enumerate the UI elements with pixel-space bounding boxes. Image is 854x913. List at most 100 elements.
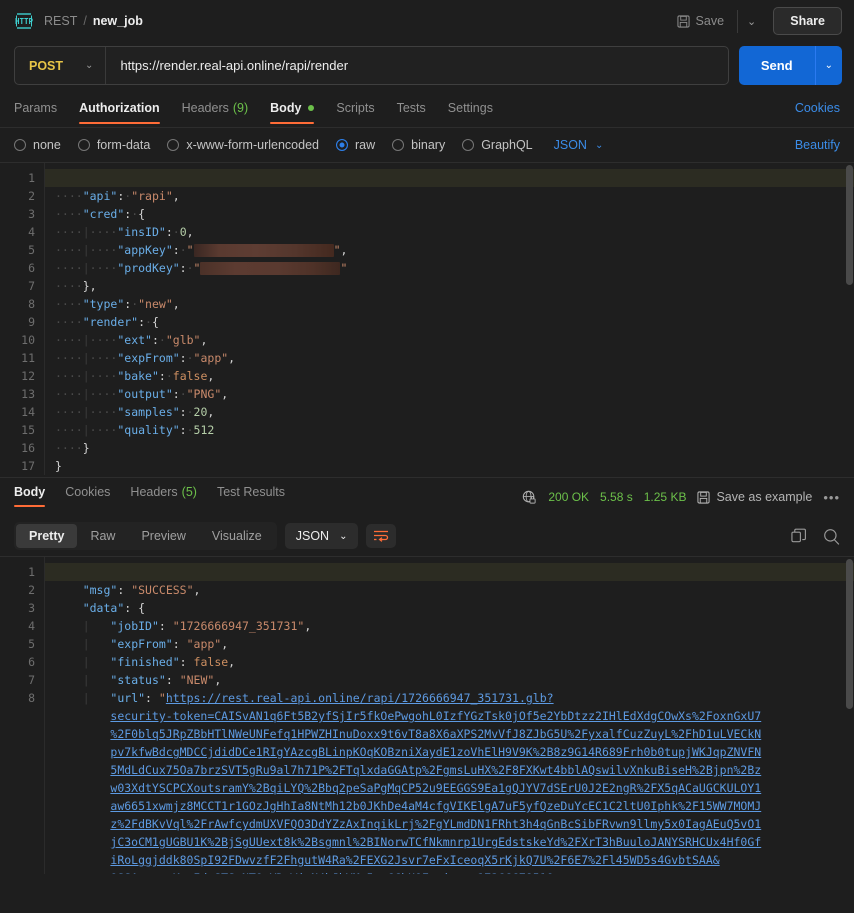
svg-text:HTTP: HTTP (15, 17, 34, 26)
response-url-part[interactable]: jC3oCM1gUGBU1K%2BjSgUUext8k%2Bsgmnl%2BIN… (110, 835, 761, 849)
response-url-part[interactable]: pv7kfwBdcgMDCCjdidDCe1RIgYAzcgBLinpKOqKO… (110, 745, 761, 759)
response-time: 5.58 s (600, 490, 633, 504)
send-button[interactable]: Send (739, 46, 815, 85)
breadcrumb-parent[interactable]: REST (44, 14, 77, 28)
url-input[interactable]: https://render.real-api.online/rapi/rend… (106, 58, 348, 73)
line-number: 15 (0, 421, 35, 439)
response-url-part[interactable]: iRoLggjddk80SpI92FDwvzfF2FhgutW4Ra%2FEXG… (110, 853, 719, 867)
response-body-viewer[interactable]: 12345678 { "msg": "SUCCESS", "data": { |… (0, 556, 854, 874)
save-button[interactable]: Save (668, 9, 734, 33)
view-raw[interactable]: Raw (77, 524, 128, 548)
line-number: 10 (0, 331, 35, 349)
cookies-link[interactable]: Cookies (795, 101, 840, 124)
response-header: Body Cookies Headers (5) Test Results 20… (0, 478, 854, 516)
body-type-form-data[interactable]: form-data (78, 138, 151, 152)
body-type-binary[interactable]: binary (392, 138, 445, 152)
share-button[interactable]: Share (773, 7, 842, 35)
response-url-part[interactable]: security-token=CAISvAN1q6Ft5B2yfSjIr5fkO… (110, 709, 761, 723)
tab-body-label: Body (270, 101, 301, 115)
request-editor-scrollbar[interactable] (846, 165, 853, 285)
search-icon[interactable] (823, 528, 840, 545)
response-url-part[interactable]: %2F0blq5JRpZBbHTlNWeUNFefq1HPWZHInuDoxx9… (110, 727, 761, 741)
send-options-caret[interactable]: ⌄ (815, 46, 842, 85)
code-line: ····|····"insID":·0, (55, 223, 854, 241)
response-url-part[interactable]: aw6651xwmjz8MCCT1r1GOzJgHhIa8NtMh12b0JKh… (110, 799, 761, 813)
tab-headers[interactable]: Headers (9) (182, 101, 249, 124)
save-as-example-button[interactable]: Save as example (697, 490, 812, 504)
response-editor-code[interactable]: { "msg": "SUCCESS", "data": { | "jobID":… (44, 557, 854, 874)
view-visualize[interactable]: Visualize (199, 524, 275, 548)
redacted-app-key (194, 244, 334, 257)
code-line: ····"api":·"rapi", (55, 187, 854, 205)
method-selector[interactable]: POST ⌄ (15, 47, 106, 84)
line-number-continuation (0, 725, 35, 743)
body-type-graphql[interactable]: GraphQL (462, 138, 532, 152)
request-tabs: Params Authorization Headers (9) Body Sc… (0, 97, 854, 127)
line-number: 8 (0, 295, 35, 313)
response-tab-body[interactable]: Body (14, 485, 45, 509)
response-tab-headers-count: (5) (182, 485, 197, 499)
redacted-prod-key (200, 262, 340, 275)
view-pretty[interactable]: Pretty (16, 524, 77, 548)
body-type-row: none form-data x-www-form-urlencoded raw… (0, 128, 854, 162)
line-number: 11 (0, 349, 35, 367)
save-options-caret[interactable]: ⌄ (737, 10, 765, 33)
response-more-button[interactable]: ••• (823, 490, 840, 505)
line-number: 14 (0, 403, 35, 421)
tab-tests[interactable]: Tests (397, 101, 426, 124)
tab-params-label: Params (14, 101, 57, 115)
code-line: ····|····"samples":·20, (55, 403, 854, 421)
body-type-raw-label: raw (355, 138, 375, 152)
word-wrap-button[interactable] (366, 524, 396, 548)
tab-body[interactable]: Body (270, 101, 314, 124)
response-tab-headers-label: Headers (130, 485, 177, 499)
response-url-part[interactable]: w03XdtYSCPCXoutsramY%2BqiLYQ%2Bbq2peSaPg… (110, 781, 761, 795)
save-disk-icon (677, 15, 690, 28)
response-tab-test-results[interactable]: Test Results (217, 485, 285, 509)
active-line-highlight (45, 169, 854, 187)
body-type-none-label: none (33, 138, 61, 152)
tab-params[interactable]: Params (14, 101, 57, 124)
response-view-switcher: Pretty Raw Preview Visualize (14, 522, 277, 550)
radio-selected-icon (336, 139, 348, 151)
tab-scripts[interactable]: Scripts (336, 101, 374, 124)
tab-authorization[interactable]: Authorization (79, 101, 160, 124)
page-title: new_job (93, 14, 143, 28)
code-line: | "url": "https://rest.real-api.online/r… (55, 689, 854, 707)
code-line: pv7kfwBdcgMDCCjdidDCe1RIgYAzcgBLinpKOqKO… (55, 743, 854, 761)
line-number: 12 (0, 367, 35, 385)
code-line: jC3oCM1gUGBU1K%2BjSgUUext8k%2Bsgmnl%2BIN… (55, 833, 854, 851)
body-type-urlencoded[interactable]: x-www-form-urlencoded (167, 138, 319, 152)
response-editor-gutter: 12345678 (0, 557, 44, 874)
copy-icon[interactable] (791, 528, 807, 544)
breadcrumb-separator: / (83, 14, 86, 28)
beautify-button[interactable]: Beautify (795, 138, 840, 152)
chevron-down-icon: ⌄ (85, 60, 93, 71)
radio-icon (462, 139, 474, 151)
body-format-selector[interactable]: JSON ⌄ (554, 138, 604, 152)
line-number: 17 (0, 457, 35, 475)
body-modified-dot-icon (308, 105, 314, 111)
response-url-part[interactable]: 5MdLdCux75Oa7brzSVT5gRu9al7h71P%2FTqlxda… (110, 763, 761, 777)
body-type-none[interactable]: none (14, 138, 61, 152)
response-editor-scrollbar[interactable] (846, 559, 853, 709)
response-url-head[interactable]: https://rest.real-api.online/rapi/172666… (166, 691, 554, 705)
request-editor-code[interactable]: { ····"api":·"rapi", ····"cred":·{ ····|… (44, 163, 854, 475)
body-type-raw[interactable]: raw (336, 138, 375, 152)
response-tab-headers[interactable]: Headers (5) (130, 485, 197, 509)
code-line: "data": { (55, 599, 854, 617)
view-preview[interactable]: Preview (128, 524, 198, 548)
line-number: 2 (0, 187, 35, 205)
code-line: aw6651xwmjz8MCCT1r1GOzJgHhIa8NtMh12b0JKh… (55, 797, 854, 815)
response-tab-cookies[interactable]: Cookies (65, 485, 110, 509)
line-number-continuation (0, 833, 35, 851)
tab-settings[interactable]: Settings (448, 101, 493, 124)
response-url-part[interactable]: z%2FdBKvVql%2FrAwfcydmUXVFQO3DdYZzAxInqi… (110, 817, 761, 831)
line-number: 5 (0, 635, 35, 653)
request-body-editor[interactable]: 1234567891011121314151617 { ····"api":·"… (0, 162, 854, 477)
line-number: 6 (0, 653, 35, 671)
code-line: ····"render":·{ (55, 313, 854, 331)
response-url-part[interactable]: OSSAccessKeyId=STS.NTQrYDoWjgN4bJbVMv5qr… (110, 871, 553, 874)
code-line: z%2FdBKvVql%2FrAwfcydmUXVFQO3DdYZzAxInqi… (55, 815, 854, 833)
response-format-selector[interactable]: JSON ⌄ (285, 523, 359, 549)
